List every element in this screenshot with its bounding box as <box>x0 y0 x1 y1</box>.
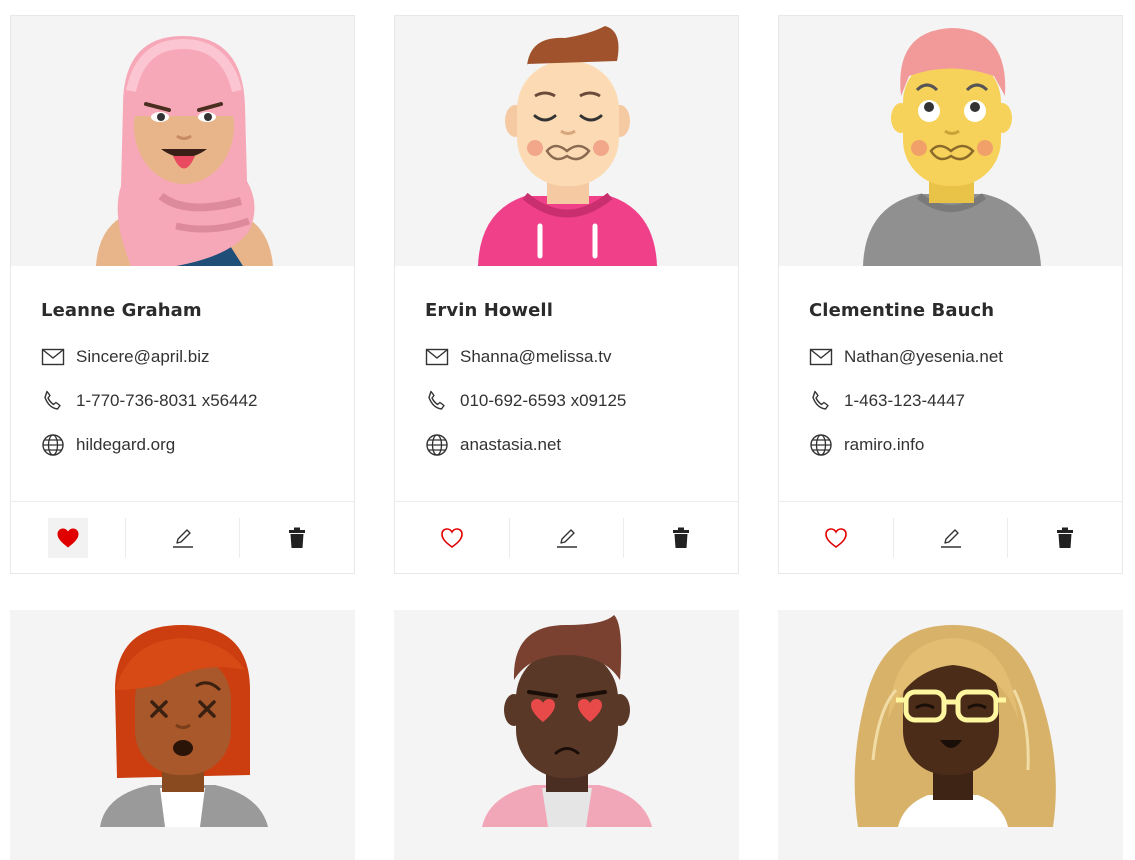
heart-icon <box>816 518 856 558</box>
email-row: Nathan@yesenia.net <box>809 335 1092 379</box>
website-row: hildegard.org <box>41 423 324 467</box>
phone-icon <box>425 389 449 413</box>
user-card: Leanne Graham Sincere@april.biz 1-770-73… <box>10 15 355 574</box>
avatar <box>778 610 1123 860</box>
trash-icon <box>661 518 701 558</box>
edit-button[interactable] <box>510 517 625 558</box>
user-phone: 1-770-736-8031 x56442 <box>76 391 258 410</box>
delete-button[interactable] <box>624 518 738 558</box>
card-actions <box>395 501 738 573</box>
user-card: Ervin Howell Shanna@melissa.tv 010-692-6… <box>394 15 739 574</box>
phone-row: 1-463-123-4447 <box>809 379 1092 423</box>
avatar <box>779 16 1122 266</box>
user-website[interactable]: anastasia.net <box>460 435 561 455</box>
trash-icon <box>1045 518 1085 558</box>
user-name: Clementine Bauch <box>809 300 995 321</box>
mail-icon <box>809 345 833 369</box>
phone-row: 1-770-736-8031 x56442 <box>41 379 324 423</box>
user-phone: 1-463-123-4447 <box>844 391 965 410</box>
edit-button[interactable] <box>894 517 1009 558</box>
delete-button[interactable] <box>240 518 354 558</box>
pencil-icon <box>163 518 203 558</box>
user-phone: 010-692-6593 x09125 <box>460 391 627 410</box>
website-row: anastasia.net <box>425 423 708 467</box>
phone-icon <box>809 389 833 413</box>
like-button[interactable] <box>11 517 126 558</box>
phone-icon <box>41 389 65 413</box>
user-website[interactable]: ramiro.info <box>844 435 924 455</box>
trash-icon <box>277 518 317 558</box>
avatar <box>10 610 355 860</box>
user-email[interactable]: Nathan@yesenia.net <box>844 347 1003 367</box>
avatar <box>394 610 739 860</box>
globe-icon <box>809 433 833 457</box>
user-card <box>10 610 355 860</box>
heart-icon <box>432 518 472 558</box>
user-name: Ervin Howell <box>425 300 553 321</box>
edit-button[interactable] <box>126 517 241 558</box>
user-email[interactable]: Sincere@april.biz <box>76 347 209 367</box>
website-row: ramiro.info <box>809 423 1092 467</box>
user-card: Clementine Bauch Nathan@yesenia.net 1-46… <box>778 15 1123 574</box>
email-row: Shanna@melissa.tv <box>425 335 708 379</box>
user-name: Leanne Graham <box>41 300 202 321</box>
globe-icon <box>425 433 449 457</box>
user-card <box>778 610 1123 860</box>
avatar <box>395 16 738 266</box>
user-website[interactable]: hildegard.org <box>76 435 175 455</box>
avatar <box>11 16 354 266</box>
mail-icon <box>425 345 449 369</box>
like-button[interactable] <box>395 517 510 558</box>
phone-row: 010-692-6593 x09125 <box>425 379 708 423</box>
email-row: Sincere@april.biz <box>41 335 324 379</box>
mail-icon <box>41 345 65 369</box>
delete-button[interactable] <box>1008 518 1122 558</box>
card-actions <box>11 501 354 573</box>
like-button[interactable] <box>779 517 894 558</box>
heart-icon <box>47 517 88 558</box>
user-email[interactable]: Shanna@melissa.tv <box>460 347 611 367</box>
pencil-icon <box>931 518 971 558</box>
globe-icon <box>41 433 65 457</box>
card-actions <box>779 501 1122 573</box>
pencil-icon <box>547 518 587 558</box>
user-card <box>394 610 739 860</box>
